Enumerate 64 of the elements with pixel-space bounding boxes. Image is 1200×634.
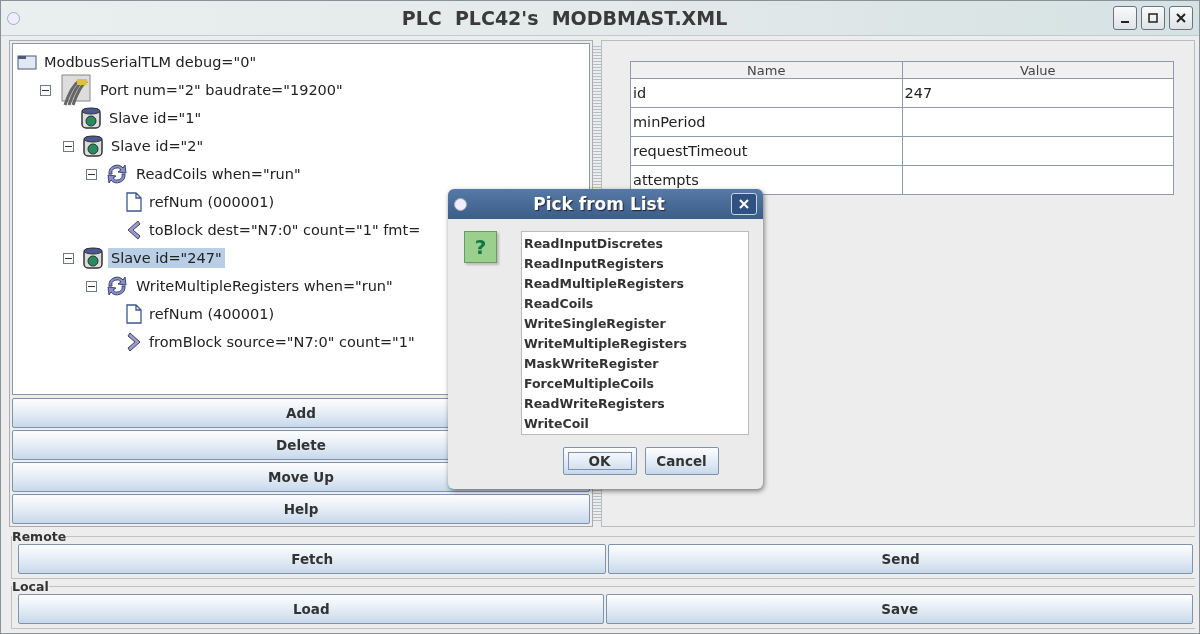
tree-item[interactable]: Slave id="1": [106, 108, 205, 128]
database-icon: [82, 246, 104, 270]
window-title: PLC PLC42's MODBMAST.XML: [400, 7, 729, 29]
document-icon: [126, 304, 142, 324]
folder-icon: [17, 54, 37, 70]
dialog-button[interactable]: OK: [562, 447, 637, 475]
close-icon: [739, 199, 749, 209]
list-item[interactable]: MaskWriteRegister: [524, 354, 746, 374]
dialog-title: Pick from List: [532, 194, 666, 214]
minimize-button[interactable]: [1113, 6, 1137, 30]
tree-item[interactable]: ModbusSerialTLM debug="0": [41, 52, 260, 72]
database-icon: [82, 134, 104, 158]
table-cell[interactable]: [902, 107, 1174, 137]
tree-item[interactable]: ReadCoils when="run": [133, 164, 304, 184]
question-icon: ?: [464, 231, 497, 263]
dialog-button[interactable]: Cancel: [644, 447, 719, 475]
list-item[interactable]: ReadInputDiscretes: [524, 234, 746, 254]
table-cell: minPeriod: [630, 107, 902, 137]
tree-item[interactable]: refNum (400001): [146, 304, 278, 324]
action-button[interactable]: Fetch: [18, 544, 607, 574]
table-cell[interactable]: 247: [902, 78, 1174, 108]
collapse-icon[interactable]: [40, 84, 51, 96]
tree-item[interactable]: refNum (000001): [146, 192, 278, 212]
maximize-button[interactable]: [1141, 6, 1165, 30]
left-chevron-icon: [126, 220, 142, 240]
list-item[interactable]: WriteMultipleRegisters: [524, 334, 746, 354]
action-button[interactable]: Load: [18, 594, 605, 624]
action-button[interactable]: Send: [608, 544, 1193, 574]
tree-item[interactable]: Port num="2" baudrate="19200": [97, 80, 346, 100]
list-item[interactable]: ForceMultipleCoils: [524, 374, 746, 394]
collapse-icon[interactable]: [86, 168, 97, 180]
list-item[interactable]: WriteSingleRegister: [524, 314, 746, 334]
tree-item[interactable]: fromBlock source="N7:0" count="1": [146, 332, 418, 352]
table-cell: id: [630, 78, 902, 108]
collapse-icon[interactable]: [86, 280, 97, 292]
column-header[interactable]: Value: [902, 61, 1174, 79]
cable-icon: [59, 73, 93, 107]
list-item[interactable]: ReadInputRegisters: [524, 254, 746, 274]
minimize-icon: [1121, 21, 1129, 23]
tree-item[interactable]: Slave id="2": [108, 136, 207, 156]
tree-item[interactable]: toBlock dest="N7:0" count="1" fmt=: [146, 220, 424, 240]
column-header[interactable]: Name: [630, 61, 902, 79]
table-cell[interactable]: [902, 165, 1174, 195]
collapse-icon[interactable]: [63, 140, 74, 152]
document-icon: [126, 192, 142, 212]
group-title: Local: [12, 579, 49, 594]
refresh-icon: [105, 162, 129, 186]
action-button[interactable]: Help: [12, 494, 590, 524]
database-icon: [80, 106, 102, 130]
tree-item[interactable]: Slave id="247": [108, 248, 225, 268]
table-cell: requestTimeout: [630, 136, 902, 166]
refresh-icon: [105, 274, 129, 298]
close-button[interactable]: [1169, 6, 1193, 30]
window-menu-icon[interactable]: [454, 197, 467, 211]
group-title: Remote: [12, 529, 67, 544]
collapse-icon[interactable]: [63, 252, 74, 264]
list-item[interactable]: ReadCoils: [524, 294, 746, 314]
right-chevron-icon: [126, 332, 142, 352]
tree-item[interactable]: WriteMultipleRegisters when="run": [133, 276, 396, 296]
list-item[interactable]: ReadMultipleRegisters: [524, 274, 746, 294]
table-cell[interactable]: [902, 136, 1174, 166]
maximize-icon: [1148, 13, 1158, 23]
close-icon: [1176, 13, 1186, 23]
action-button[interactable]: Save: [606, 594, 1193, 624]
